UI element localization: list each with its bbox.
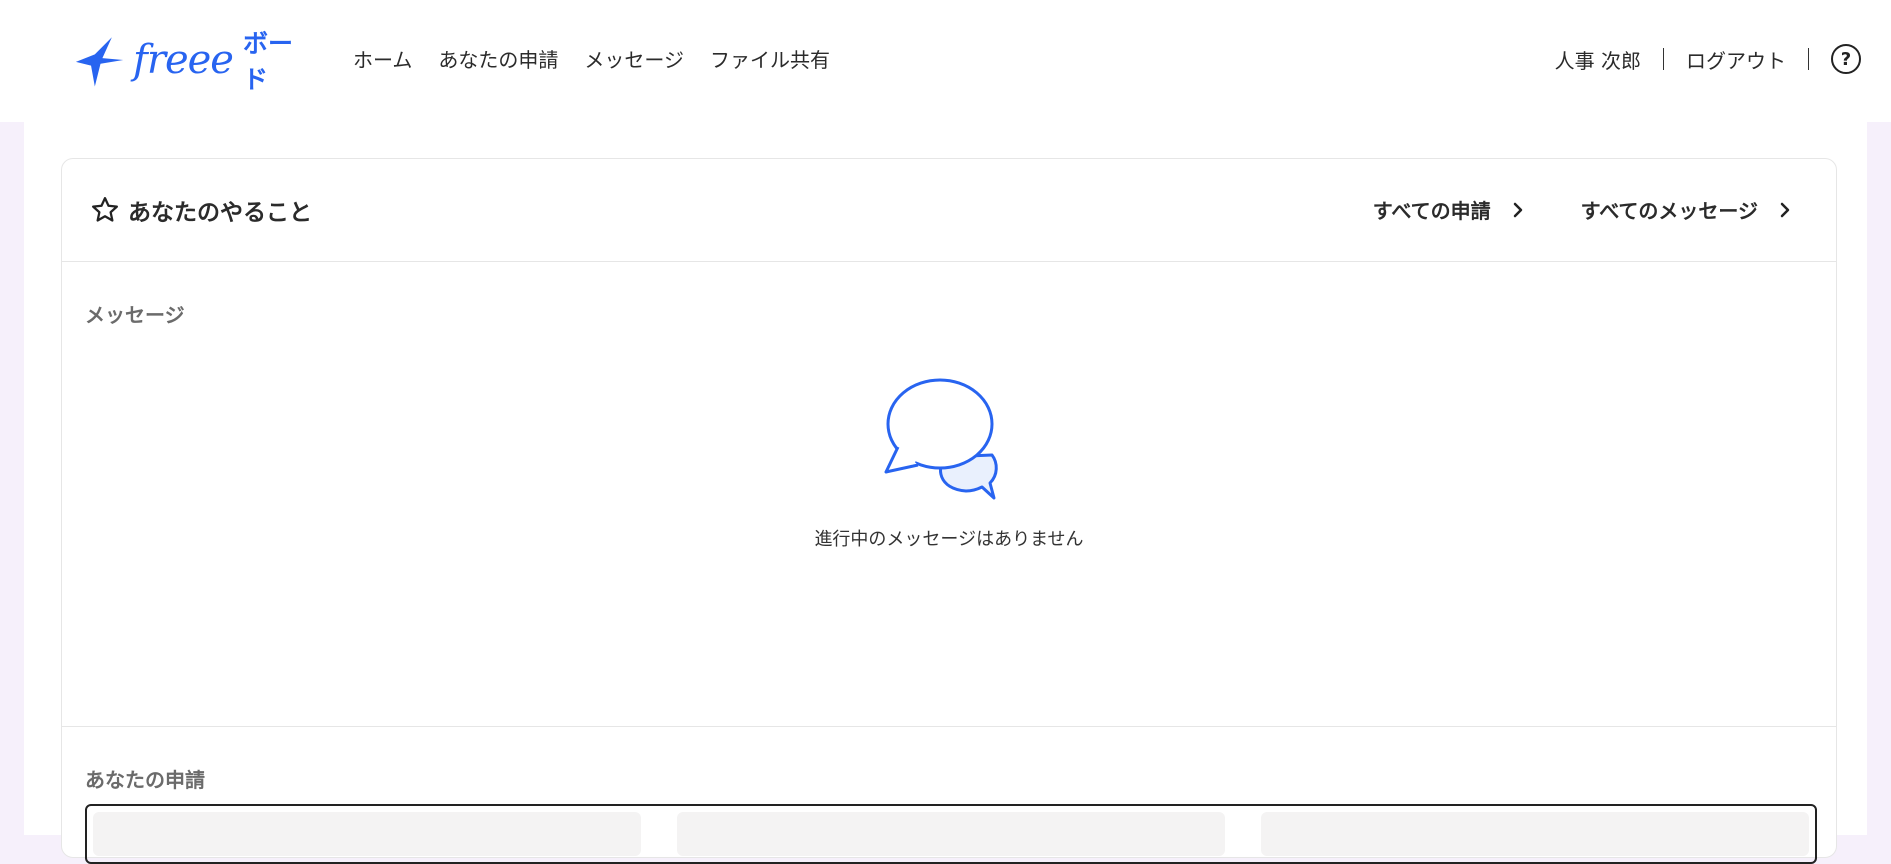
bird-logo-icon [75, 37, 124, 87]
star-icon [92, 197, 118, 222]
user-area: 人事 次郎 ログアウト ? [1555, 44, 1861, 74]
nav-item-home[interactable]: ホーム [353, 44, 412, 73]
user-name[interactable]: 人事 次郎 [1555, 45, 1641, 74]
divider [1808, 48, 1809, 70]
all-messages-link[interactable]: すべてのメッセージ [1581, 195, 1792, 224]
request-card-placeholder[interactable] [93, 812, 641, 856]
requests-list[interactable] [85, 804, 1817, 864]
main-nav: ホーム あなたの申請 メッセージ ファイル共有 [353, 44, 830, 73]
freee-logo[interactable]: freee ボード [74, 29, 314, 94]
section-divider [62, 726, 1836, 727]
request-card-placeholder[interactable] [677, 812, 1225, 856]
chevron-right-icon [1780, 202, 1790, 217]
request-card-placeholder[interactable] [1261, 812, 1809, 856]
empty-message-text: 進行中のメッセージはありません [814, 529, 1084, 550]
help-icon[interactable]: ? [1831, 44, 1861, 74]
all-requests-link[interactable]: すべての申請 [1373, 195, 1525, 224]
todo-card: あなたのやること すべての申請 すべてのメッセージ メッセージ 進行中のメッセー… [61, 158, 1837, 864]
logout-link[interactable]: ログアウト [1686, 45, 1786, 74]
divider [1663, 48, 1664, 70]
card-header: あなたのやること すべての申請 すべてのメッセージ [62, 159, 1836, 262]
all-messages-label: すべてのメッセージ [1580, 199, 1758, 223]
requests-section-label: あなたの申請 [85, 768, 205, 792]
top-bar: freee ボード ホーム あなたの申請 メッセージ ファイル共有 人事 次郎 … [0, 0, 1891, 122]
nav-item-messages[interactable]: メッセージ [584, 44, 684, 73]
logo-text: freee [133, 37, 234, 83]
header-links: すべての申請 すべてのメッセージ [1373, 195, 1792, 224]
messages-empty-state: 進行中のメッセージはありません [62, 377, 1836, 551]
chat-bubbles-icon [884, 378, 998, 500]
logo-subtitle: ボード [242, 29, 293, 94]
chevron-right-icon [1513, 202, 1522, 217]
card-title-text: あなたのやること [128, 200, 312, 226]
messages-section-label: メッセージ [85, 303, 185, 327]
nav-item-file-sharing[interactable]: ファイル共有 [710, 44, 830, 73]
all-requests-label: すべての申請 [1372, 199, 1491, 223]
help-symbol: ? [1840, 48, 1852, 70]
card-title: あなたのやること [90, 193, 312, 227]
nav-item-your-requests[interactable]: あなたの申請 [438, 44, 558, 73]
